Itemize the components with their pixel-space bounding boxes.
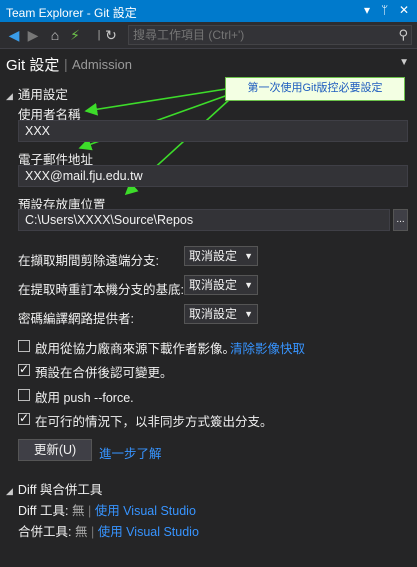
- merge-tool-row: 合併工具: 無 | 使用 Visual Studio: [18, 521, 199, 540]
- merge-tool-value: 無: [74, 525, 88, 539]
- prune-select[interactable]: 取消設定 ▼: [184, 246, 258, 266]
- diff-tool-separator: |: [87, 504, 92, 518]
- diff-use-vs-link[interactable]: 使用 Visual Studio: [95, 504, 196, 518]
- rebase-select-value: 取消設定: [189, 278, 238, 292]
- push-force-label: 啟用 push --force.: [35, 391, 134, 405]
- collapse-caret-icon[interactable]: ◢: [6, 486, 13, 497]
- dropdown-arrow-icon: ▼: [244, 280, 253, 290]
- rebase-label: 在提取時重訂本機分支的基底:: [18, 283, 184, 297]
- username-field[interactable]: XXX: [18, 120, 408, 142]
- merge-use-vs-link[interactable]: 使用 Visual Studio: [98, 525, 199, 539]
- email-field[interactable]: XXX@mail.fju.edu.tw: [18, 165, 408, 187]
- rebase-select[interactable]: 取消設定 ▼: [184, 275, 258, 295]
- prune-label: 在擷取期間剪除遠端分支:: [18, 254, 159, 268]
- push-force-checkbox[interactable]: [18, 389, 30, 401]
- author-images-label: 啟用從協力廠商來源下載作者影像。: [35, 342, 236, 356]
- diff-tool-value: 無: [71, 504, 85, 518]
- update-button[interactable]: 更新(U): [18, 439, 92, 461]
- commit-after-merge-label: 預設在合併後認可變更。: [35, 366, 173, 380]
- author-images-checkbox[interactable]: [18, 340, 30, 352]
- arrow-to-username: [84, 88, 227, 116]
- diff-section-header[interactable]: ◢ Diff 與合併工具: [6, 479, 102, 498]
- merge-tool-label: 合併工具:: [18, 525, 72, 539]
- diff-tool-row: Diff 工具: 無 | 使用 Visual Studio: [18, 500, 196, 519]
- merge-tool-separator: |: [90, 525, 95, 539]
- clear-image-cache-link[interactable]: 清除影像快取: [230, 338, 305, 357]
- dropdown-arrow-icon: ▼: [244, 251, 253, 261]
- general-section-title: 通用設定: [17, 88, 68, 102]
- browse-button[interactable]: ...: [393, 209, 408, 231]
- general-section-header[interactable]: ◢ 通用設定: [6, 84, 68, 103]
- crypto-select-value: 取消設定: [189, 307, 238, 321]
- async-checkout-checkbox[interactable]: [18, 411, 30, 425]
- crypto-provider-label: 密碼編譯網路提供者:: [18, 312, 134, 326]
- repo-location-field[interactable]: C:\Users\XXXX\Source\Repos: [18, 209, 390, 231]
- diff-tool-label: Diff 工具:: [18, 504, 69, 518]
- annotation-callout: 第一次使用Git版控必要設定: [225, 77, 405, 101]
- async-checkout-label: 在可行的情況下，以非同步方式簽出分支。: [35, 415, 273, 429]
- diff-section-title: Diff 與合併工具: [17, 483, 103, 497]
- collapse-caret-icon[interactable]: ◢: [6, 91, 13, 102]
- dropdown-arrow-icon: ▼: [244, 309, 253, 319]
- learn-more-link[interactable]: 進一步了解: [99, 443, 162, 462]
- commit-after-merge-checkbox[interactable]: [18, 362, 30, 376]
- prune-select-value: 取消設定: [189, 249, 238, 263]
- crypto-provider-select[interactable]: 取消設定 ▼: [184, 304, 258, 324]
